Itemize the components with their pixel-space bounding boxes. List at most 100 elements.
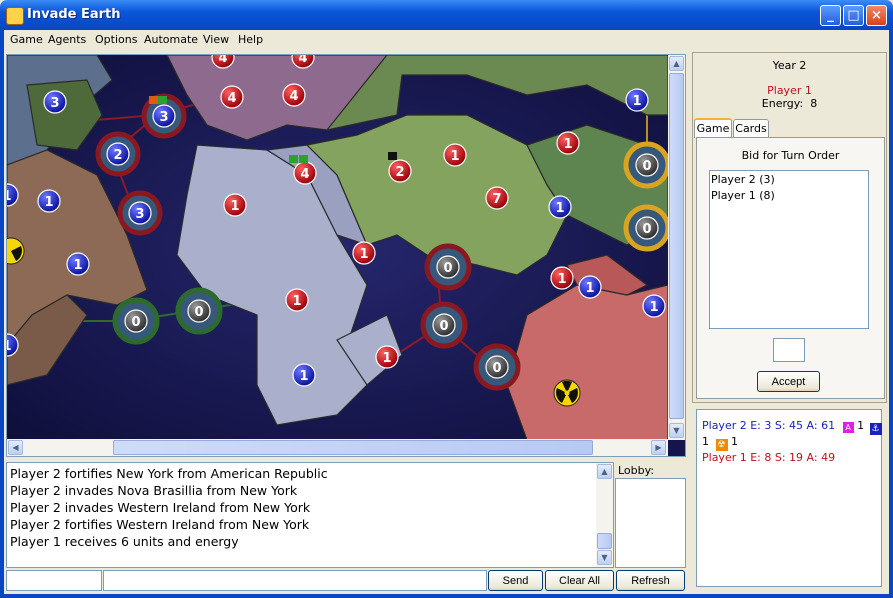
scroll-down-button[interactable]: ▼ bbox=[597, 550, 612, 565]
unit-count: 4 bbox=[298, 55, 307, 66]
territory-token-neutral[interactable]: 0 bbox=[623, 204, 668, 252]
unit-count: 0 bbox=[492, 361, 501, 376]
territory-token-neutral[interactable]: 0 bbox=[112, 297, 160, 345]
energy-value: 8 bbox=[810, 97, 818, 110]
territory-token-p1[interactable]: 1 bbox=[443, 143, 467, 167]
unit-count: 1 bbox=[73, 258, 82, 273]
menu-automate[interactable]: Automate bbox=[144, 33, 198, 46]
territory-token-p1[interactable]: 1 bbox=[352, 241, 376, 265]
log-line: Player 1 receives 6 units and energy bbox=[10, 534, 239, 549]
world-map[interactable]: 3 4 4 4 4 3 2 3 1 1 1 4 2 1 1 1 7 1 1 1 1 1 1 1 1 1 1 0 0 0 0 0 0 0 bbox=[7, 55, 668, 440]
territory-token-p1[interactable]: 4 bbox=[293, 161, 317, 185]
map-vertical-scrollbar[interactable]: ▲ ▼ bbox=[668, 55, 685, 440]
send-button[interactable]: Send bbox=[488, 570, 543, 591]
bid-entry[interactable]: Player 1 (8) bbox=[711, 189, 775, 202]
unit-count: 4 bbox=[289, 89, 298, 104]
territory-token-neutral[interactable]: 0 bbox=[424, 243, 472, 291]
territory-token-p1[interactable]: 1 bbox=[285, 288, 309, 312]
unit-count: 1 bbox=[7, 189, 12, 204]
accept-button[interactable]: Accept bbox=[757, 371, 820, 392]
unit-count: 1 bbox=[230, 199, 239, 214]
flag-marker bbox=[149, 96, 158, 104]
player-status-panel: Player 2 E: 3 S: 45 A: 61 A 1 ⚓ 1 ☢ 1 Pl… bbox=[696, 409, 882, 587]
game-map-viewport[interactable]: 3 4 4 4 4 3 2 3 1 1 1 4 2 1 1 1 7 1 1 1 1 1 1 1 1 1 1 0 0 0 0 0 0 0 ▲ ▼ ◀… bbox=[6, 54, 686, 457]
territory-token-p1[interactable]: 1 bbox=[556, 131, 580, 155]
scroll-down-button[interactable]: ▼ bbox=[669, 423, 684, 438]
unit-count: 1 bbox=[555, 201, 564, 216]
territory-token-p2[interactable]: 1 bbox=[642, 294, 666, 318]
territory-token-p2[interactable]: 1 bbox=[292, 363, 316, 387]
bid-entry[interactable]: Player 2 (3) bbox=[711, 173, 775, 186]
log-line: Player 2 invades Nova Brasillia from New… bbox=[10, 483, 298, 498]
unit-count: 1 bbox=[7, 339, 12, 354]
territory-token-neutral[interactable]: 0 bbox=[473, 343, 521, 391]
log-line: Player 2 fortifies New York from America… bbox=[10, 466, 328, 481]
anchor-icon: ⚓ bbox=[869, 423, 882, 435]
territory-token-p1[interactable]: 4 bbox=[220, 85, 244, 109]
horizontal-scroll-thumb[interactable] bbox=[113, 440, 593, 455]
unit-count: 3 bbox=[135, 207, 144, 222]
territory-token-neutral[interactable]: 0 bbox=[420, 301, 468, 349]
chat-message-field[interactable] bbox=[103, 570, 487, 591]
territory-token-neutral[interactable]: 0 bbox=[623, 141, 668, 189]
territory-token-p1[interactable]: 7 bbox=[485, 186, 509, 210]
game-log: Player 2 fortifies New York from America… bbox=[6, 462, 614, 568]
unit-count: 0 bbox=[439, 319, 448, 334]
territory-token-p2[interactable]: 1 bbox=[578, 275, 602, 299]
unit-count: 3 bbox=[50, 96, 59, 111]
unit-count: 0 bbox=[194, 305, 203, 320]
territory-token-p2[interactable]: 1 bbox=[625, 88, 649, 112]
clear-all-button[interactable]: Clear All bbox=[545, 570, 614, 591]
territory-token-p1[interactable]: 4 bbox=[282, 83, 306, 107]
menu-view[interactable]: View bbox=[203, 33, 229, 46]
scroll-up-button[interactable]: ▲ bbox=[597, 464, 612, 479]
chat-name-field[interactable] bbox=[6, 570, 102, 591]
unit-count: 1 bbox=[585, 281, 594, 296]
unit-count: 1 bbox=[632, 94, 641, 109]
menu-game[interactable]: Game bbox=[10, 33, 43, 46]
title-bar[interactable]: Invade Earth _ □ × bbox=[0, 0, 893, 30]
minimize-button[interactable]: _ bbox=[820, 5, 841, 26]
territory-token-p2[interactable]: 2 bbox=[95, 131, 141, 177]
bid-input[interactable] bbox=[773, 338, 805, 362]
territory-token-p2[interactable]: 3 bbox=[117, 190, 163, 236]
player2-status: Player 2 E: 3 S: 45 A: 61 A 1 ⚓ bbox=[702, 419, 882, 435]
tab-game[interactable]: Game bbox=[694, 118, 732, 138]
energy-readout: Energy: 8 bbox=[692, 97, 887, 110]
unit-count: 4 bbox=[300, 167, 309, 182]
maximize-button[interactable]: □ bbox=[843, 5, 864, 26]
bid-title: Bid for Turn Order bbox=[741, 149, 840, 162]
log-scroll-thumb[interactable] bbox=[597, 533, 612, 549]
unit-count: 0 bbox=[642, 222, 651, 237]
map-horizontal-scrollbar[interactable]: ◀ ▶ bbox=[7, 439, 668, 456]
log-scrollbar[interactable]: ▲ ▼ bbox=[596, 463, 613, 567]
flag-marker bbox=[158, 96, 167, 104]
vertical-scroll-thumb[interactable] bbox=[669, 73, 684, 419]
territory-token-p2[interactable]: 1 bbox=[37, 189, 61, 213]
menu-options[interactable]: Options bbox=[95, 33, 137, 46]
unit-count: 1 bbox=[563, 137, 572, 152]
tab-cards[interactable]: Cards bbox=[733, 119, 769, 138]
territory-token-p1[interactable]: 1 bbox=[550, 266, 574, 290]
territory-token-p2[interactable]: 3 bbox=[43, 90, 67, 114]
refresh-button[interactable]: Refresh bbox=[616, 570, 685, 591]
territory-token-p2[interactable]: 1 bbox=[548, 195, 572, 219]
unit-count: 7 bbox=[492, 192, 501, 207]
unit-count: 2 bbox=[395, 165, 404, 180]
scroll-left-button[interactable]: ◀ bbox=[8, 440, 23, 455]
territory-token-p1[interactable]: 1 bbox=[223, 193, 247, 217]
territory-token-p2[interactable]: 1 bbox=[66, 252, 90, 276]
lobby-list[interactable] bbox=[615, 478, 686, 568]
menu-bar: Game Agents Options Automate View Help bbox=[4, 30, 889, 49]
log-line: Player 2 invades Western Ireland from Ne… bbox=[10, 500, 311, 515]
territory-token-p1[interactable]: 1 bbox=[375, 345, 399, 369]
scroll-right-button[interactable]: ▶ bbox=[651, 440, 666, 455]
territory-token-neutral[interactable]: 0 bbox=[175, 287, 223, 335]
unit-count: 1 bbox=[649, 300, 658, 315]
territory-token-p1[interactable]: 2 bbox=[388, 159, 412, 183]
bid-order-list[interactable]: Player 2 (3) Player 1 (8) bbox=[709, 170, 869, 329]
menu-agents[interactable]: Agents bbox=[48, 33, 86, 46]
menu-help[interactable]: Help bbox=[238, 33, 263, 46]
close-button[interactable]: × bbox=[866, 5, 887, 26]
scroll-up-button[interactable]: ▲ bbox=[669, 56, 684, 71]
